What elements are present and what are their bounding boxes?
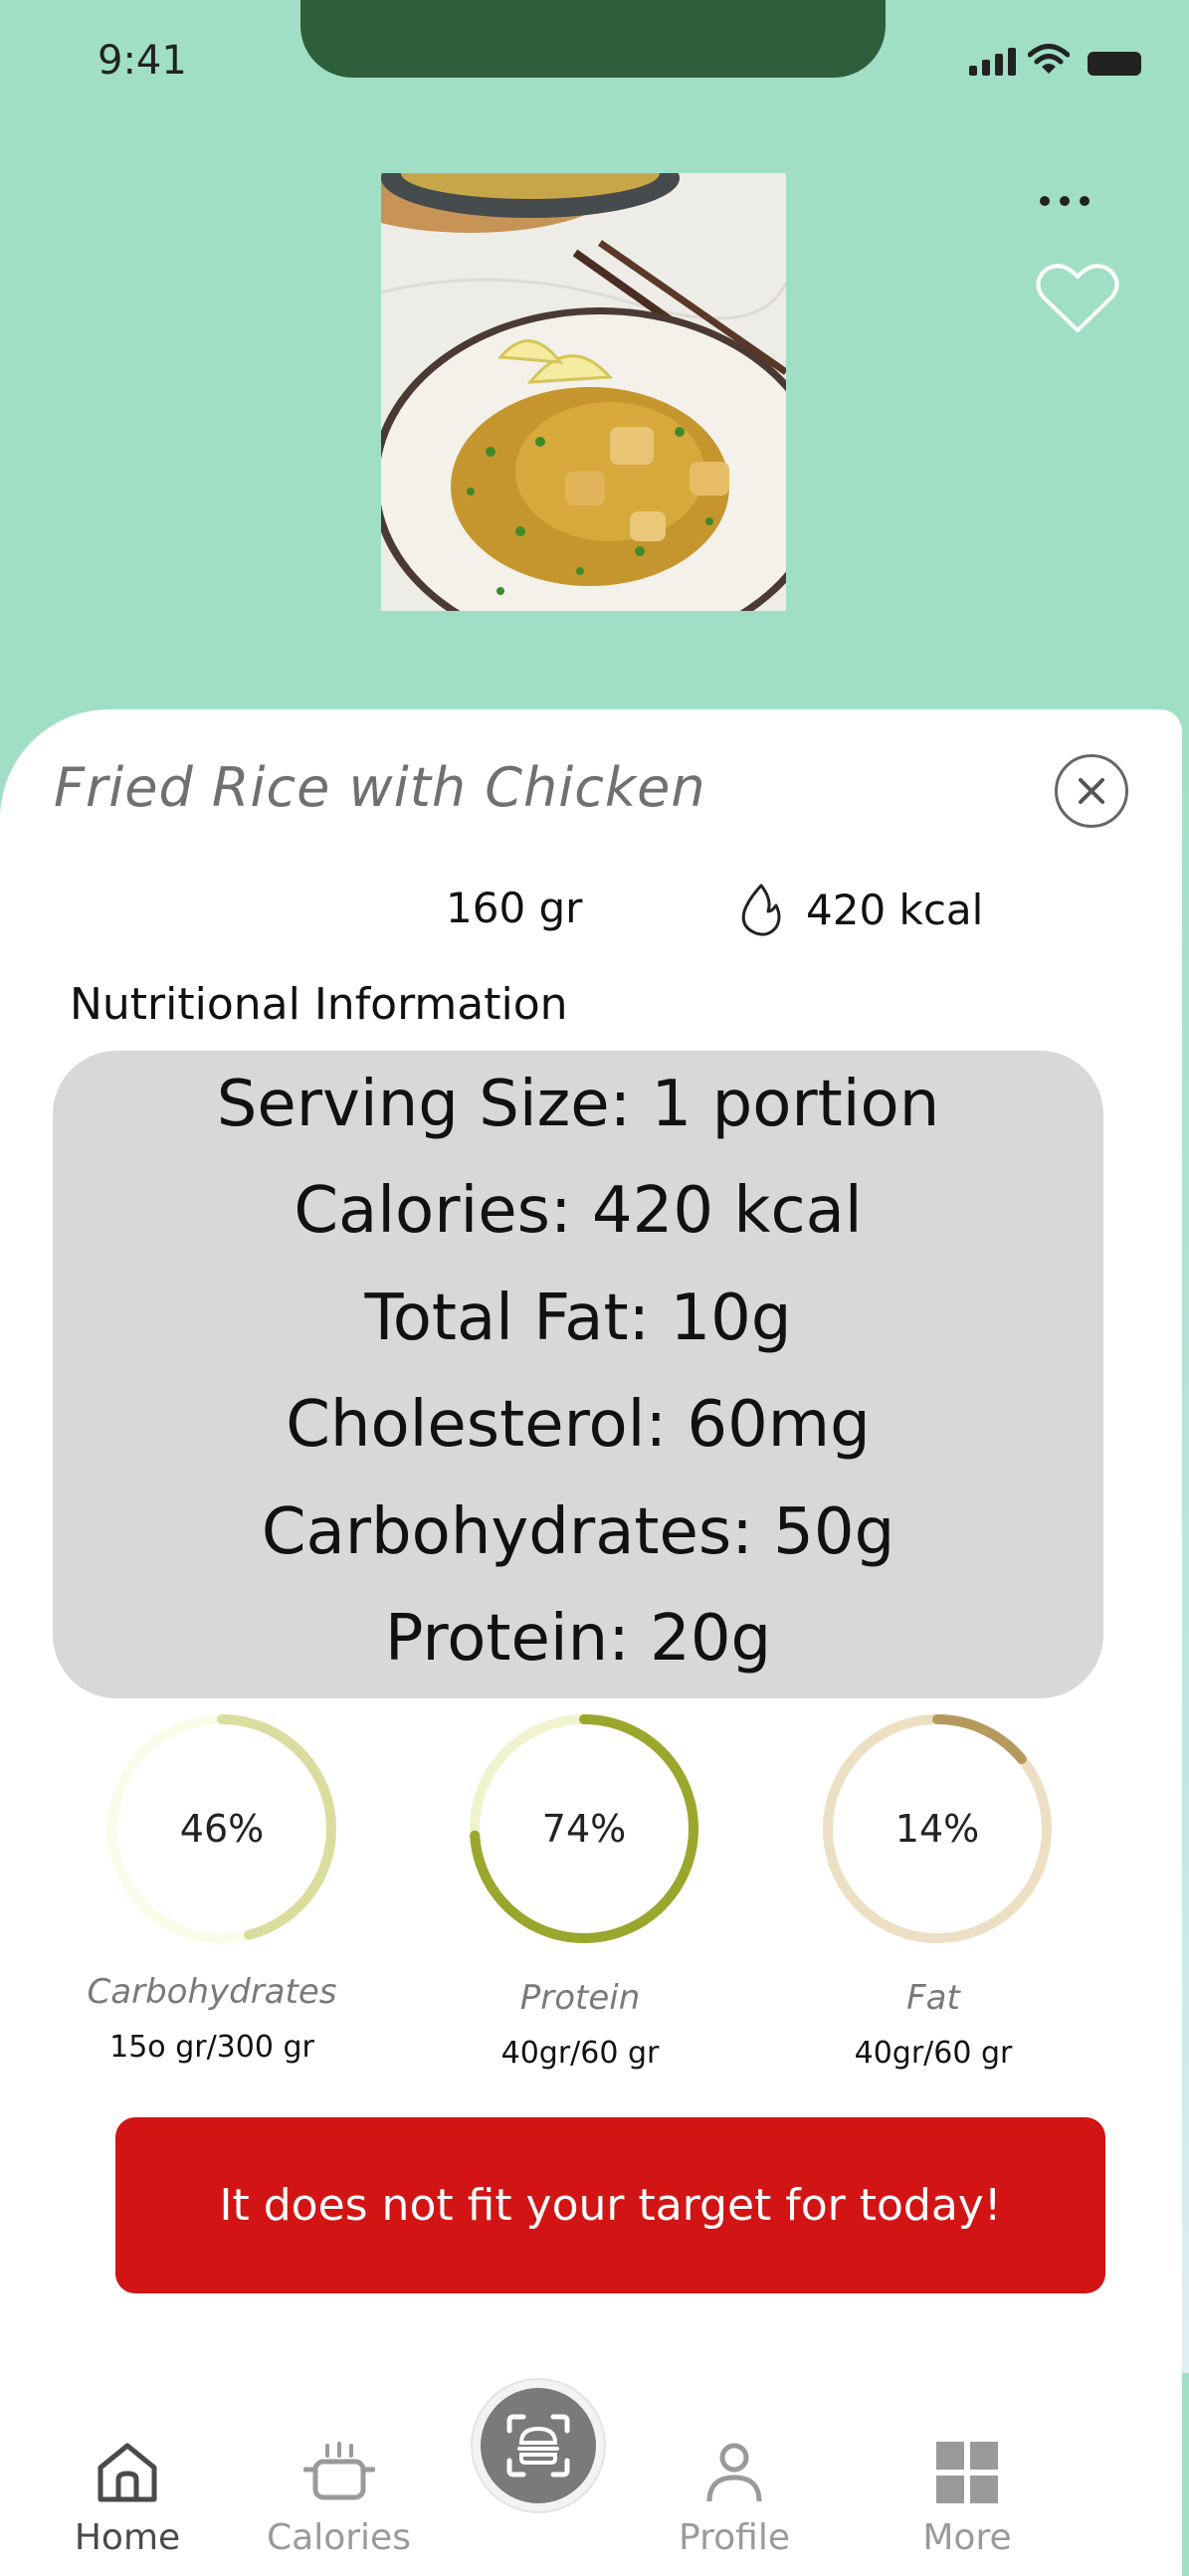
cholesterol-line: Cholesterol: 60mg — [286, 1388, 871, 1463]
nutrition-card: Serving Size: 1 portion Calories: 420 kc… — [53, 1051, 1103, 1698]
protein-amount: 40gr/60 gr — [500, 2036, 660, 2071]
heart-icon[interactable] — [1035, 261, 1120, 336]
food-weight: 160 gr — [446, 884, 583, 932]
carbohydrates-progress-ring: 46% — [102, 1709, 341, 1948]
close-button[interactable] — [1055, 754, 1128, 828]
home-icon — [98, 2443, 157, 2502]
scan-button[interactable] — [471, 2378, 606, 2513]
carbohydrates-amount: 15o gr/300 gr — [109, 2030, 314, 2065]
wifi-icon — [1028, 44, 1070, 74]
protein-progress-ring: 74% — [465, 1709, 703, 1948]
tab-more-label: More — [922, 2517, 1012, 2558]
protein-line: Protein: 20g — [384, 1602, 772, 1677]
sheet-edge — [1182, 731, 1189, 2373]
calories-line: Calories: 420 kcal — [294, 1174, 863, 1249]
food-title: Fried Rice with Chicken — [54, 756, 706, 819]
tab-calories-label: Calories — [267, 2517, 411, 2558]
tab-profile-label: Profile — [679, 2517, 790, 2558]
person-icon — [706, 2443, 762, 2502]
tab-more[interactable]: More — [897, 2440, 1037, 2558]
total-fat-line: Total Fat: 10g — [364, 1281, 792, 1355]
fat-percent: 14% — [894, 1807, 980, 1851]
signal-icon — [969, 46, 1016, 76]
carbohydrates-percent: 46% — [179, 1807, 265, 1851]
protein-percent: 74% — [541, 1807, 627, 1851]
fat-amount: 40gr/60 gr — [854, 2036, 1013, 2071]
protein-label: Protein — [519, 1978, 641, 2018]
target-warning-banner[interactable]: It does not fit your target for today! — [115, 2117, 1105, 2293]
food-calories: 420 kcal — [806, 886, 984, 934]
status-time: 9:41 — [98, 38, 187, 84]
carbohydrates-line: Carbohydrates: 50g — [261, 1494, 895, 1569]
fat-label: Fat — [906, 1978, 960, 2018]
food-photo — [381, 173, 786, 611]
status-icons — [969, 44, 1141, 76]
nutrition-heading: Nutritional Information — [70, 979, 568, 1030]
serving-size-line: Serving Size: 1 portion — [216, 1067, 940, 1141]
flame-icon — [741, 884, 781, 936]
carbohydrates-label: Carbohydrates — [87, 1972, 337, 2012]
tab-calories[interactable]: Calories — [262, 2440, 416, 2558]
battery-icon — [1088, 52, 1141, 76]
scan-icon — [506, 2414, 570, 2477]
tab-home[interactable]: Home — [58, 2440, 197, 2558]
grid-icon — [936, 2442, 998, 2503]
close-icon — [1079, 778, 1104, 804]
pot-icon — [302, 2442, 375, 2500]
device-notch — [300, 0, 886, 78]
more-dots-icon[interactable] — [1035, 179, 1094, 223]
tab-profile[interactable]: Profile — [665, 2440, 804, 2558]
tab-home-label: Home — [74, 2517, 181, 2558]
fat-progress-ring: 14% — [818, 1709, 1057, 1948]
